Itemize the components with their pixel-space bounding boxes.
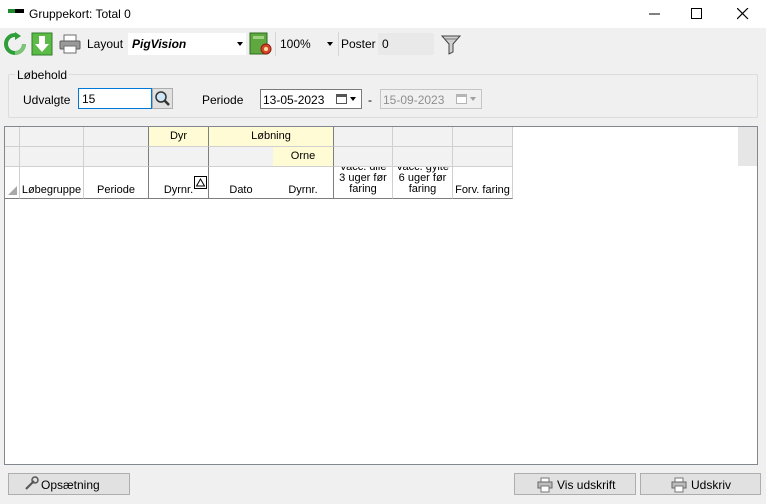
group-header-dyr: Dyr bbox=[148, 127, 209, 147]
chevron-down-icon bbox=[327, 42, 333, 46]
maximize-button[interactable] bbox=[674, 0, 720, 28]
toolbar: Layout PigVision 100% Poster 0 bbox=[0, 28, 766, 60]
data-grid[interactable]: Dyr Løbning Orne Løbegruppe Periode Dyrn… bbox=[4, 126, 758, 465]
column-header-dyrnr[interactable]: Dyrnr. bbox=[148, 167, 209, 199]
lobehold-group-title: Løbehold bbox=[15, 68, 70, 82]
group-header-lobning: Løbning bbox=[208, 127, 334, 147]
calendar-icon bbox=[456, 94, 467, 104]
minimize-icon bbox=[649, 13, 660, 15]
column-header-label: Løbegruppe bbox=[21, 184, 82, 196]
column-header-label: Dyrnr. bbox=[288, 184, 318, 196]
header-spacer bbox=[333, 147, 393, 167]
zoom-select[interactable]: 100% bbox=[277, 33, 337, 55]
column-header-vacc-6-uger[interactable]: Vacc. gylte 6 uger før faring bbox=[393, 167, 453, 199]
layout-gear-icon bbox=[249, 32, 272, 55]
poster-count-value: 0 bbox=[382, 37, 389, 51]
column-header-label: Dyrnr. bbox=[163, 184, 194, 196]
setup-button-label: Opsætning bbox=[41, 478, 100, 492]
header-spacer bbox=[208, 147, 274, 167]
layout-select-value: PigVision bbox=[132, 37, 187, 51]
close-icon bbox=[737, 8, 749, 20]
print-toolbar-button[interactable] bbox=[59, 33, 81, 55]
close-button[interactable] bbox=[720, 0, 766, 28]
layout-select[interactable]: PigVision bbox=[128, 33, 246, 55]
search-button[interactable] bbox=[152, 88, 173, 109]
column-header-dato[interactable]: Dato bbox=[208, 167, 274, 199]
layout-label: Layout bbox=[87, 37, 124, 51]
funnel-icon bbox=[440, 35, 462, 55]
selected-input-value: 15 bbox=[82, 92, 96, 106]
column-header-vacc-3-uger[interactable]: Vacc. diie 3 uger før faring bbox=[333, 167, 393, 199]
printer-icon bbox=[59, 34, 81, 54]
window-title: Gruppekort: Total 0 bbox=[29, 7, 131, 21]
poster-count-field: 0 bbox=[378, 33, 434, 55]
header-spacer bbox=[20, 127, 84, 147]
toolbar-separator bbox=[338, 32, 339, 56]
column-header-label: Vacc. diie 3 uger før faring bbox=[339, 167, 387, 195]
toolbar-separator bbox=[275, 32, 276, 56]
period-label: Periode bbox=[202, 93, 244, 107]
header-spacer bbox=[393, 147, 453, 167]
setup-button[interactable]: Opsætning bbox=[8, 473, 130, 495]
layout-settings-button[interactable] bbox=[249, 32, 273, 56]
group-header-orne: Orne bbox=[273, 147, 334, 167]
refresh-icon bbox=[4, 32, 26, 55]
title-bar: Gruppekort: Total 0 bbox=[0, 0, 766, 28]
maximize-icon bbox=[691, 8, 702, 19]
print-preview-label: Vis udskrift bbox=[557, 478, 616, 492]
column-header-label: Forv. faring bbox=[455, 184, 510, 196]
print-preview-icon bbox=[537, 477, 553, 493]
print-preview-button[interactable]: Vis udskrift bbox=[514, 473, 636, 495]
app-icon bbox=[8, 9, 24, 15]
column-header-forv-faring[interactable]: Forv. faring bbox=[453, 167, 513, 199]
row-selector-header bbox=[5, 167, 20, 199]
refresh-button[interactable] bbox=[3, 32, 27, 56]
header-spacer bbox=[453, 147, 513, 167]
wrench-icon bbox=[25, 476, 39, 490]
poster-label: Poster bbox=[341, 37, 376, 51]
chevron-down-icon bbox=[350, 97, 356, 101]
minimize-button[interactable] bbox=[632, 0, 678, 28]
search-icon bbox=[155, 91, 170, 106]
column-header-label: Periode bbox=[97, 184, 135, 196]
date-to-value: 15-09-2023 bbox=[383, 93, 445, 107]
calendar-icon bbox=[336, 94, 347, 104]
header-spacer bbox=[84, 127, 149, 147]
date-to-picker: 15-09-2023 bbox=[380, 89, 482, 109]
grid-corner-cell bbox=[5, 127, 20, 147]
grid-header-filler bbox=[738, 127, 757, 166]
sort-ascending-icon bbox=[194, 176, 207, 189]
column-header-label: Vacc. gylte 6 uger før faring bbox=[396, 167, 449, 195]
print-button-label: Udskriv bbox=[691, 478, 732, 492]
chevron-down-icon bbox=[237, 42, 243, 46]
selected-label: Udvalgte bbox=[23, 93, 71, 107]
header-spacer bbox=[333, 127, 393, 147]
filter-button[interactable] bbox=[440, 33, 462, 55]
header-spacer bbox=[20, 147, 84, 167]
column-header-periode[interactable]: Periode bbox=[84, 167, 149, 199]
column-header-label: Dato bbox=[229, 184, 253, 196]
grid-corner-cell bbox=[5, 147, 20, 167]
header-spacer bbox=[453, 127, 513, 147]
selected-input[interactable]: 15 bbox=[78, 88, 152, 109]
header-spacer bbox=[84, 147, 149, 167]
download-button[interactable] bbox=[31, 32, 53, 56]
date-from-value: 13-05-2023 bbox=[263, 93, 325, 107]
print-button[interactable]: Udskriv bbox=[640, 473, 761, 495]
select-all-triangle-icon bbox=[8, 186, 17, 195]
zoom-select-value: 100% bbox=[280, 37, 311, 51]
chevron-down-icon bbox=[470, 97, 476, 101]
date-from-picker[interactable]: 13-05-2023 bbox=[260, 89, 362, 109]
download-arrow-icon bbox=[31, 32, 53, 56]
header-spacer bbox=[393, 127, 453, 147]
column-header-orne-dyrnr[interactable]: Dyrnr. bbox=[273, 167, 334, 199]
date-separator: - bbox=[368, 93, 372, 107]
header-spacer bbox=[148, 147, 209, 167]
printer-icon bbox=[671, 477, 687, 493]
column-header-lobegruppe[interactable]: Løbegruppe bbox=[20, 167, 84, 199]
